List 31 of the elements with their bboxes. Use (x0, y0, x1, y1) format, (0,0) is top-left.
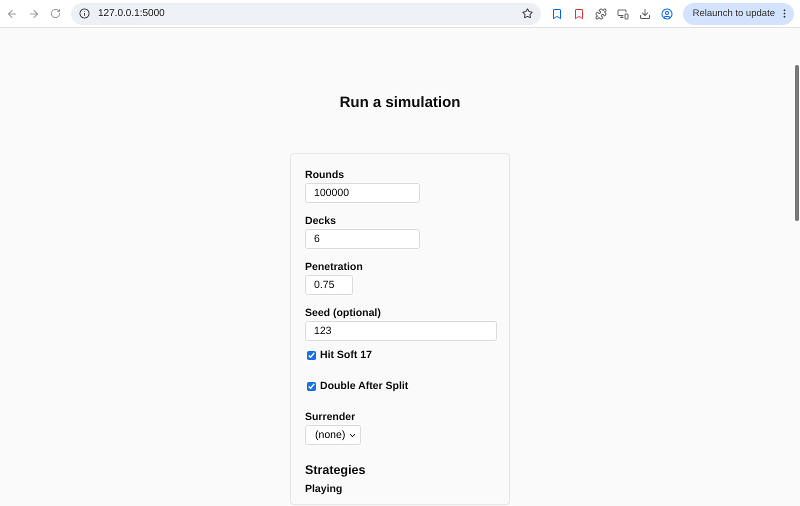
checkbox-label: Double After Split (320, 380, 408, 392)
input-field[interactable]: 0.75 (305, 275, 353, 295)
select-dropdown[interactable]: (none) (305, 425, 361, 445)
field-label: Rounds (305, 169, 346, 181)
field-label: Decks (305, 215, 337, 227)
field-label: Penetration (305, 261, 364, 273)
star-icon[interactable] (522, 8, 533, 19)
checkbox[interactable] (307, 382, 316, 390)
field-label: Surrender (305, 411, 356, 423)
url-text: 127.0.0.1:5000 (98, 8, 166, 19)
field-label: Seed (optional) (305, 307, 382, 319)
relaunch-button[interactable]: Relaunch to update (682, 2, 794, 24)
checkbox-label: Hit Soft 17 (320, 349, 372, 361)
screen-icon[interactable] (616, 8, 629, 20)
puzzle-icon[interactable] (594, 8, 607, 20)
field-label: Playing (305, 483, 344, 495)
input-field[interactable]: 100000 (305, 183, 420, 203)
forward-icon[interactable] (28, 8, 40, 20)
page-title: Run a simulation (340, 94, 460, 111)
section-title: Strategies (305, 463, 366, 477)
bookmark-icon[interactable] (550, 8, 563, 20)
profile-icon[interactable] (660, 8, 673, 20)
input-field[interactable]: 123 (305, 321, 497, 341)
download-icon[interactable] (638, 8, 651, 20)
checkbox[interactable] (307, 350, 316, 360)
back-icon[interactable] (6, 8, 18, 20)
address-bar[interactable]: 127.0.0.1:5000 (71, 2, 541, 24)
info-icon[interactable] (79, 8, 90, 19)
reload-icon[interactable] (50, 8, 61, 19)
input-field[interactable]: 6 (305, 229, 420, 249)
scrollbar[interactable] (795, 65, 799, 221)
